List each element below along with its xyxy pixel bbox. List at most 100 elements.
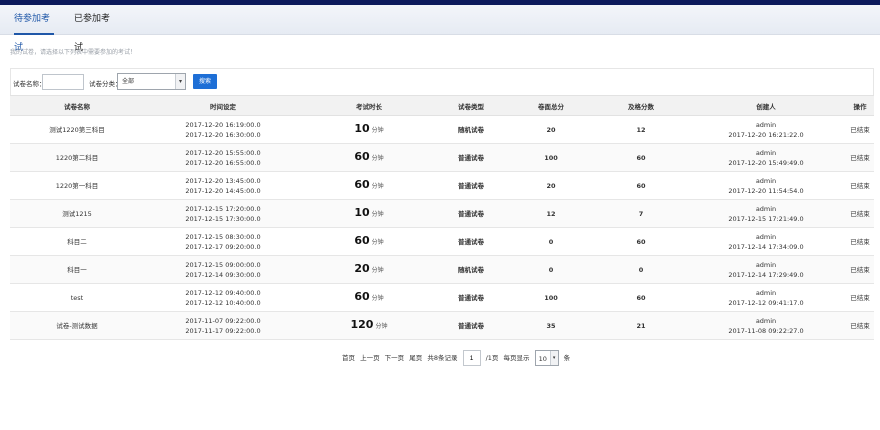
pass-score: 60 (596, 227, 686, 256)
table-row: 测试1220第三科目 2017-12-20 16:19:00.0 2017-12-… (10, 115, 874, 144)
total-score: 0 (506, 227, 596, 256)
exam-name: 1220第一科目 (10, 171, 144, 200)
end-time: 2017-12-14 09:30:00.0 (185, 270, 261, 279)
prev-page-link[interactable]: 上一页 (360, 350, 380, 366)
created-time: 2017-11-08 09:22:27.0 (728, 326, 804, 335)
next-page-link[interactable]: 下一页 (385, 350, 405, 366)
exam-name: 科目二 (10, 227, 144, 256)
table-row: 试卷-测试数据 2017-11-07 09:22:00.0 2017-11-17 … (10, 311, 874, 340)
creator-name: admin (755, 204, 777, 213)
start-time: 2017-11-07 09:22:00.0 (185, 316, 261, 325)
exam-name: 测试1220第三科目 (10, 115, 144, 144)
chevron-down-icon: ▾ (175, 74, 185, 89)
pass-score: 60 (596, 143, 686, 172)
exam-action[interactable]: 已结束 (846, 199, 874, 228)
duration: 60 分钟 (302, 143, 436, 172)
duration: 20 分钟 (302, 255, 436, 284)
start-time: 2017-12-20 13:45:00.0 (185, 176, 261, 185)
exam-action[interactable]: 已结束 (846, 227, 874, 256)
start-time: 2017-12-12 09:40:00.0 (185, 288, 261, 297)
last-page-link[interactable]: 尾页 (409, 350, 422, 366)
creator: admin 2017-11-08 09:22:27.0 (686, 311, 846, 340)
exam-type-select[interactable]: 全部 ▾ (117, 73, 186, 90)
header-time-setting: 时间设定 (144, 95, 302, 116)
start-time: 2017-12-20 16:19:00.0 (185, 120, 261, 129)
exam-type: 普通试卷 (436, 143, 506, 172)
header-action: 操作 (846, 95, 874, 116)
pass-score: 12 (596, 115, 686, 144)
page-size-select[interactable]: 10 ▾ (534, 350, 559, 366)
duration: 60 分钟 (302, 283, 436, 312)
end-time: 2017-12-17 09:20:00.0 (185, 242, 261, 251)
duration-value: 20 (354, 261, 370, 275)
page-hint: 我的试卷，请选择以下列表中需要参加的考试！ (10, 49, 137, 56)
page-number-input[interactable] (462, 350, 481, 366)
tab-taken-exams[interactable]: 已参加考试 (74, 5, 114, 53)
duration-value: 60 (354, 233, 370, 247)
table-header-row: 试卷名称 时间设定 考试时长 试卷类型 卷面总分 及格分数 创建人 操作 (10, 95, 874, 116)
exam-type: 普通试卷 (436, 311, 506, 340)
created-time: 2017-12-12 09:41:17.0 (728, 298, 804, 307)
end-time: 2017-12-20 16:55:00.0 (185, 158, 261, 167)
end-time: 2017-12-20 14:45:00.0 (185, 186, 261, 195)
tab-pending-exams[interactable]: 待参加考试 (14, 5, 54, 53)
pass-score: 0 (596, 255, 686, 284)
filter-bar: 试卷名称： 试卷分类： 全部 ▾ 搜索 (10, 68, 874, 95)
total-records: 共8条记录 (427, 354, 458, 362)
creator: admin 2017-12-20 11:54:54.0 (686, 171, 846, 200)
time-setting: 2017-12-15 17:20:00.0 2017-12-15 17:30:00… (144, 199, 302, 228)
creator-name: admin (755, 316, 777, 325)
exam-type: 随机试卷 (436, 255, 506, 284)
exam-name-input[interactable] (42, 74, 84, 90)
search-button[interactable]: 搜索 (193, 74, 217, 89)
duration-value: 60 (354, 149, 370, 163)
active-tab-underline (14, 33, 54, 35)
end-time: 2017-12-15 17:30:00.0 (185, 214, 261, 223)
creator: admin 2017-12-20 16:21:22.0 (686, 115, 846, 144)
exam-action[interactable]: 已结束 (846, 171, 874, 200)
total-score: 20 (506, 171, 596, 200)
pass-score: 60 (596, 283, 686, 312)
exam-action[interactable]: 已结束 (846, 311, 874, 340)
duration-unit: 分钟 (375, 322, 388, 330)
pagination: 首页 上一页 下一页 尾页 共8条记录 /1页 每页显示 10 ▾ 条 (342, 350, 570, 366)
creator: admin 2017-12-15 17:21:49.0 (686, 199, 846, 228)
duration-value: 60 (354, 177, 370, 191)
table-row: test 2017-12-12 09:40:00.0 2017-12-12 10:… (10, 283, 874, 312)
page-size-label: 每页显示 (503, 354, 530, 362)
end-time: 2017-12-12 10:40:00.0 (185, 298, 261, 307)
header-total-score: 卷面总分 (506, 95, 596, 116)
total-score: 35 (506, 311, 596, 340)
exam-action[interactable]: 已结束 (846, 283, 874, 312)
page-size-unit: 条 (563, 354, 571, 362)
exam-name: 试卷-测试数据 (10, 311, 144, 340)
created-time: 2017-12-14 17:29:49.0 (728, 270, 804, 279)
duration-unit: 分钟 (371, 266, 384, 274)
exam-action[interactable]: 已结束 (846, 115, 874, 144)
created-time: 2017-12-15 17:21:49.0 (728, 214, 804, 223)
created-time: 2017-12-20 15:49:49.0 (728, 158, 804, 167)
creator-name: admin (755, 288, 777, 297)
creator-name: admin (755, 148, 777, 157)
exam-action[interactable]: 已结束 (846, 255, 874, 284)
time-setting: 2017-12-15 08:30:00.0 2017-12-17 09:20:00… (144, 227, 302, 256)
exam-name-label: 试卷名称： (13, 80, 46, 88)
exam-name: 1220第二科目 (10, 143, 144, 172)
duration: 60 分钟 (302, 171, 436, 200)
exam-name: test (10, 283, 144, 312)
creator-name: admin (755, 176, 777, 185)
header-exam-name: 试卷名称 (10, 95, 144, 116)
pass-score: 60 (596, 171, 686, 200)
total-score: 0 (506, 255, 596, 284)
end-time: 2017-11-17 09:22:00.0 (185, 326, 261, 335)
creator: admin 2017-12-14 17:34:09.0 (686, 227, 846, 256)
first-page-link[interactable]: 首页 (342, 350, 355, 366)
exam-type-selected: 全部 (122, 78, 135, 85)
time-setting: 2017-12-12 09:40:00.0 2017-12-12 10:40:00… (144, 283, 302, 312)
header-duration: 考试时长 (302, 95, 436, 116)
creator-name: admin (755, 260, 777, 269)
exam-action[interactable]: 已结束 (846, 143, 874, 172)
table-row: 1220第一科目 2017-12-20 13:45:00.0 2017-12-20… (10, 171, 874, 200)
exam-name: 科目一 (10, 255, 144, 284)
duration: 60 分钟 (302, 227, 436, 256)
